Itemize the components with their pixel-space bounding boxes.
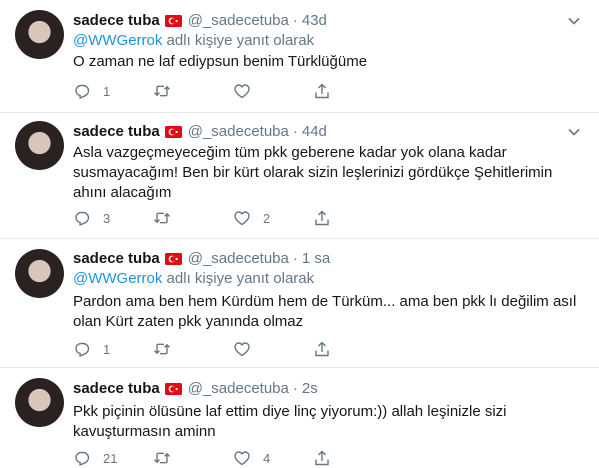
turkey-flag-icon <box>164 125 182 138</box>
user-handle[interactable]: @_sadecetuba <box>188 380 289 397</box>
tweet-header: sadece tuba @_sadecetuba · 2s <box>73 378 318 398</box>
tweet-header: sadece tuba @_sadecetuba · 1 sa <box>73 248 330 268</box>
tweet-text: Pardon ama ben hem Kürdüm hem de Türküm.… <box>73 293 577 330</box>
avatar[interactable] <box>15 10 64 59</box>
tweet[interactable]: sadece tuba @_sadecetuba · 43d @WWGerrok… <box>0 0 599 113</box>
tweet-header: sadece tuba @_sadecetuba · 43d <box>73 10 327 30</box>
tweet-text: O zaman ne laf ediypsun benim Türklüğüme <box>73 53 368 70</box>
like-count: 4 <box>263 450 271 466</box>
display-name[interactable]: sadece tuba <box>73 123 160 140</box>
timestamp[interactable]: 43d <box>302 12 327 29</box>
like-icon <box>234 84 250 99</box>
display-name[interactable]: sadece tuba <box>73 380 160 397</box>
chevron-down-icon[interactable] <box>567 125 581 139</box>
user-handle[interactable]: @_sadecetuba <box>188 123 289 140</box>
chevron-down-icon[interactable] <box>567 14 581 28</box>
avatar[interactable] <box>15 249 64 298</box>
reply-context-label: adlı kişiye yanıt olarak <box>162 270 315 287</box>
timestamp[interactable]: 1 sa <box>302 250 330 267</box>
separator-dot: · <box>292 249 298 267</box>
turkey-flag-icon <box>164 252 182 265</box>
tweet-text: Asla vazgeçmeyeceğim tüm pkk geberene ka… <box>73 144 553 201</box>
reply-count: 1 <box>103 341 111 357</box>
timestamp[interactable]: 44d <box>302 123 327 140</box>
share-button[interactable] <box>313 82 393 100</box>
share-button[interactable] <box>313 209 393 227</box>
reply-icon <box>75 211 90 226</box>
reply-button[interactable]: 1 <box>73 340 153 358</box>
like-button[interactable] <box>233 340 313 358</box>
share-icon <box>315 341 329 357</box>
display-name[interactable]: sadece tuba <box>73 250 160 267</box>
reply-count: 1 <box>103 83 111 99</box>
reply-context-label: adlı kişiye yanıt olarak <box>162 32 315 49</box>
separator-dot: · <box>292 122 298 140</box>
reply-button[interactable]: 3 <box>73 209 153 227</box>
turkey-flag-icon <box>164 382 182 395</box>
reply-button[interactable]: 1 <box>73 82 153 100</box>
tweet-actions: 1 <box>73 81 393 101</box>
like-button[interactable]: 2 <box>233 209 313 227</box>
user-handle[interactable]: @_sadecetuba <box>188 250 289 267</box>
like-button[interactable] <box>233 82 313 100</box>
turkey-flag-icon <box>164 14 182 27</box>
reply-icon <box>75 342 90 357</box>
display-name[interactable]: sadece tuba <box>73 12 160 29</box>
user-handle[interactable]: @_sadecetuba <box>188 12 289 29</box>
reply-count: 3 <box>103 210 111 226</box>
tweet-header: sadece tuba @_sadecetuba · 44d <box>73 121 327 141</box>
tweet-actions: 21 4 <box>73 448 393 468</box>
share-icon <box>315 83 329 99</box>
mention-link[interactable]: @WWGerrok <box>73 32 162 49</box>
mention-link[interactable]: @WWGerrok <box>73 270 162 287</box>
tweet-actions: 3 2 <box>73 208 393 228</box>
tweet[interactable]: sadece tuba @_sadecetuba · 44d Asla vazg… <box>0 113 599 239</box>
avatar[interactable] <box>15 121 64 170</box>
reply-icon <box>75 451 90 466</box>
separator-dot: · <box>292 379 298 397</box>
avatar[interactable] <box>15 378 64 427</box>
timestamp[interactable]: 2s <box>302 380 318 397</box>
share-button[interactable] <box>313 449 393 467</box>
separator-dot: · <box>292 11 298 29</box>
tweet-text: Pkk piçinin ölüsüne laf ettim diye linç … <box>73 403 507 440</box>
reply-button[interactable]: 21 <box>73 449 153 467</box>
retweet-icon <box>154 452 170 464</box>
share-button[interactable] <box>313 340 393 358</box>
like-icon <box>234 342 250 357</box>
retweet-icon <box>154 343 170 355</box>
retweet-button[interactable] <box>153 449 233 467</box>
share-icon <box>315 450 329 466</box>
tweet[interactable]: sadece tuba @_sadecetuba · 1 sa @WWGerro… <box>0 239 599 368</box>
retweet-button[interactable] <box>153 209 233 227</box>
retweet-button[interactable] <box>153 82 233 100</box>
retweet-icon <box>154 85 170 97</box>
tweet-actions: 1 <box>73 339 393 359</box>
reply-count: 21 <box>103 450 118 466</box>
retweet-button[interactable] <box>153 340 233 358</box>
reply-context: @WWGerrok adlı kişiye yanıt olarak <box>73 32 314 49</box>
share-icon <box>315 210 329 226</box>
like-button[interactable]: 4 <box>233 449 313 467</box>
reply-context: @WWGerrok adlı kişiye yanıt olarak <box>73 270 314 287</box>
like-icon <box>234 211 250 226</box>
like-count: 2 <box>263 210 271 226</box>
tweet[interactable]: sadece tuba @_sadecetuba · 2s Pkk piçini… <box>0 368 599 466</box>
retweet-icon <box>154 212 170 224</box>
like-icon <box>234 451 250 466</box>
reply-icon <box>75 84 90 99</box>
